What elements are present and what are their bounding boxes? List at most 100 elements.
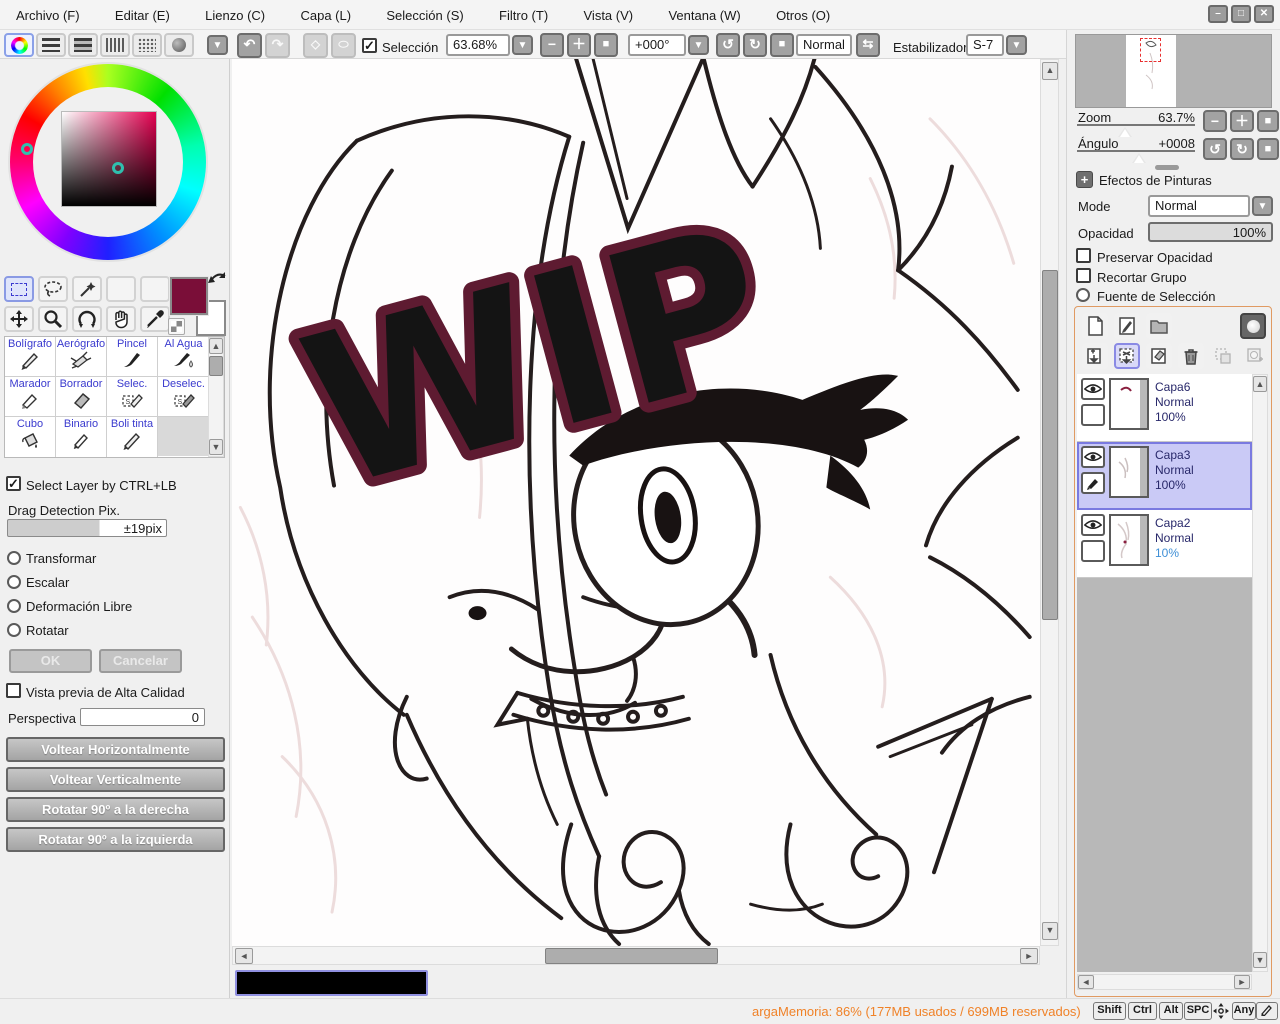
canvas-vscroll-thumb[interactable]: [1042, 270, 1058, 620]
brush-scroll-down-icon[interactable]: ▼: [209, 439, 223, 455]
menu-vista[interactable]: Vista (V): [568, 0, 650, 30]
canvas-hscroll-right-icon[interactable]: ►: [1020, 948, 1038, 964]
brush-deselec[interactable]: Deselec. S: [158, 377, 209, 417]
brush-selec[interactable]: Selec. S: [107, 377, 158, 417]
hue-marker[interactable]: [21, 143, 33, 155]
drag-detection-slider[interactable]: ±19pix: [7, 519, 167, 537]
canvas-hscroll-left-icon[interactable]: ◄: [235, 948, 253, 964]
layer-visibility-toggle[interactable]: [1081, 378, 1105, 400]
tool-empty-1[interactable]: [106, 276, 136, 302]
blend-mode-button[interactable]: Normal: [796, 34, 852, 56]
menu-seleccion[interactable]: Selección (S): [370, 0, 479, 30]
brush-boli-tinta[interactable]: Boli tinta: [107, 417, 158, 457]
angle-dropdown-button[interactable]: ▼: [688, 35, 709, 55]
scratchpad-panel-toggle[interactable]: [164, 33, 194, 57]
shift-key-button[interactable]: Shift: [1093, 1002, 1126, 1020]
brush-pincel[interactable]: Pincel: [107, 337, 158, 377]
layer-visibility-toggle[interactable]: [1081, 514, 1105, 536]
brush-borrador[interactable]: Borrador: [56, 377, 107, 417]
nav-angle-slider-marker[interactable]: [1132, 153, 1146, 163]
selection-visibility-checkbox[interactable]: ✓: [362, 38, 377, 53]
layer-row-capa6[interactable]: Capa6 Normal 100%: [1077, 374, 1252, 442]
nav-zoom-reset-button[interactable]: ■: [1257, 110, 1279, 132]
flip-horizontal-button[interactable]: Voltear Horizontalmente: [6, 737, 225, 762]
nav-zoom-slider[interactable]: [1077, 112, 1195, 126]
layer-mask-button[interactable]: [1240, 313, 1266, 339]
pan-mode-button[interactable]: [1212, 1002, 1230, 1020]
clipping-group-checkbox[interactable]: [1076, 268, 1091, 283]
radio-rotatar[interactable]: [7, 623, 21, 637]
rotate-cw-button[interactable]: ↻: [743, 33, 767, 57]
redo-button[interactable]: ↷: [265, 33, 290, 58]
canvas[interactable]: WIP: [232, 59, 1040, 946]
brush-scroll-thumb[interactable]: [209, 356, 223, 376]
layer-hscroll-right-icon[interactable]: ►: [1234, 975, 1250, 989]
nav-angle-reset-button[interactable]: ■: [1257, 138, 1279, 160]
delete-layer-button[interactable]: [1178, 343, 1204, 369]
selection-source-radio[interactable]: [1076, 288, 1090, 302]
tool-move[interactable]: [4, 306, 34, 332]
radio-escalar[interactable]: [7, 575, 21, 589]
tool-empty-2[interactable]: [140, 276, 170, 302]
select-layer-checkbox[interactable]: ✓: [6, 476, 21, 491]
layer-paint-target-box[interactable]: [1081, 404, 1105, 426]
saturation-value-square[interactable]: [61, 111, 157, 207]
brush-al-agua[interactable]: Al Agua: [158, 337, 209, 377]
menu-otros[interactable]: Otros (O): [760, 0, 846, 30]
paint-effects-expand-button[interactable]: +: [1076, 171, 1093, 188]
stabilizer-dropdown-button[interactable]: ▼: [1006, 35, 1027, 55]
layer-hscroll-left-icon[interactable]: ◄: [1078, 975, 1094, 989]
nav-rotate-cw-button[interactable]: ↻: [1230, 138, 1254, 160]
canvas-vscroll-up-icon[interactable]: ▲: [1042, 62, 1058, 80]
canvas-vscroll-down-icon[interactable]: ▼: [1042, 922, 1058, 940]
hsv-slider-panel-toggle[interactable]: [68, 33, 98, 57]
pen-mode-button[interactable]: [1256, 1002, 1278, 1020]
ctrl-key-button[interactable]: Ctrl: [1128, 1002, 1157, 1020]
new-folder-button[interactable]: [1146, 313, 1172, 339]
panel-splitter-handle[interactable]: [1155, 165, 1179, 170]
swatches-panel-toggle[interactable]: [132, 33, 162, 57]
swap-colors-icon[interactable]: [208, 271, 230, 291]
high-quality-preview-checkbox[interactable]: [6, 683, 21, 698]
color-wheel-panel-toggle[interactable]: [4, 33, 34, 57]
clear-layer-button[interactable]: [1146, 343, 1172, 369]
zoom-out-button[interactable]: −: [540, 33, 564, 57]
layer-row-capa2[interactable]: Capa2 Normal 10%: [1077, 510, 1252, 578]
tool-magic-wand[interactable]: [72, 276, 102, 302]
zoom-in-button[interactable]: ＋: [567, 33, 591, 57]
layer-paint-target-box[interactable]: [1081, 540, 1105, 562]
layer-mode-dropdown[interactable]: Normal: [1148, 195, 1250, 217]
perspective-input[interactable]: 0: [80, 708, 205, 726]
brush-boligrafo[interactable]: Bolígrafo: [5, 337, 56, 377]
maximize-button[interactable]: □: [1231, 5, 1251, 23]
any-key-button[interactable]: Any: [1232, 1002, 1256, 1020]
foreground-color-swatch[interactable]: [170, 277, 208, 315]
tool-lasso[interactable]: [38, 276, 68, 302]
sv-marker[interactable]: [112, 162, 124, 174]
tool-marquee[interactable]: [4, 276, 34, 302]
transparency-swatch-button[interactable]: [168, 318, 185, 335]
paste-mask-button-disabled[interactable]: [1242, 343, 1268, 369]
menu-archivo[interactable]: Archivo (F): [0, 0, 96, 30]
selection-handles-button[interactable]: ⬭: [331, 33, 356, 58]
tool-zoom[interactable]: [38, 306, 68, 332]
merge-down-button[interactable]: [1114, 343, 1140, 369]
navigator[interactable]: [1075, 34, 1272, 108]
layer-hscrollbar[interactable]: [1077, 974, 1252, 990]
layer-visibility-toggle[interactable]: [1081, 446, 1105, 468]
brush-cubo[interactable]: Cubo: [5, 417, 56, 457]
nav-zoom-in-button[interactable]: ＋: [1230, 110, 1254, 132]
transform-selection-button[interactable]: ◇: [303, 33, 328, 58]
close-button[interactable]: ✕: [1254, 5, 1274, 23]
spc-key-button[interactable]: SPC: [1184, 1002, 1212, 1020]
nav-zoom-out-button[interactable]: −: [1203, 110, 1227, 132]
brush-aerografo[interactable]: Aerógrafo: [56, 337, 107, 377]
menu-capa[interactable]: Capa (L): [284, 0, 367, 30]
copy-selection-button-disabled[interactable]: [1210, 343, 1236, 369]
stabilizer-value-field[interactable]: S-7: [966, 34, 1004, 56]
radio-transformar[interactable]: [7, 551, 21, 565]
zoom-dropdown-button[interactable]: ▼: [512, 35, 533, 55]
menu-lienzo[interactable]: Lienzo (C): [189, 0, 281, 30]
rgb-slider-panel-toggle[interactable]: [36, 33, 66, 57]
navigator-view-rect[interactable]: [1140, 38, 1161, 62]
